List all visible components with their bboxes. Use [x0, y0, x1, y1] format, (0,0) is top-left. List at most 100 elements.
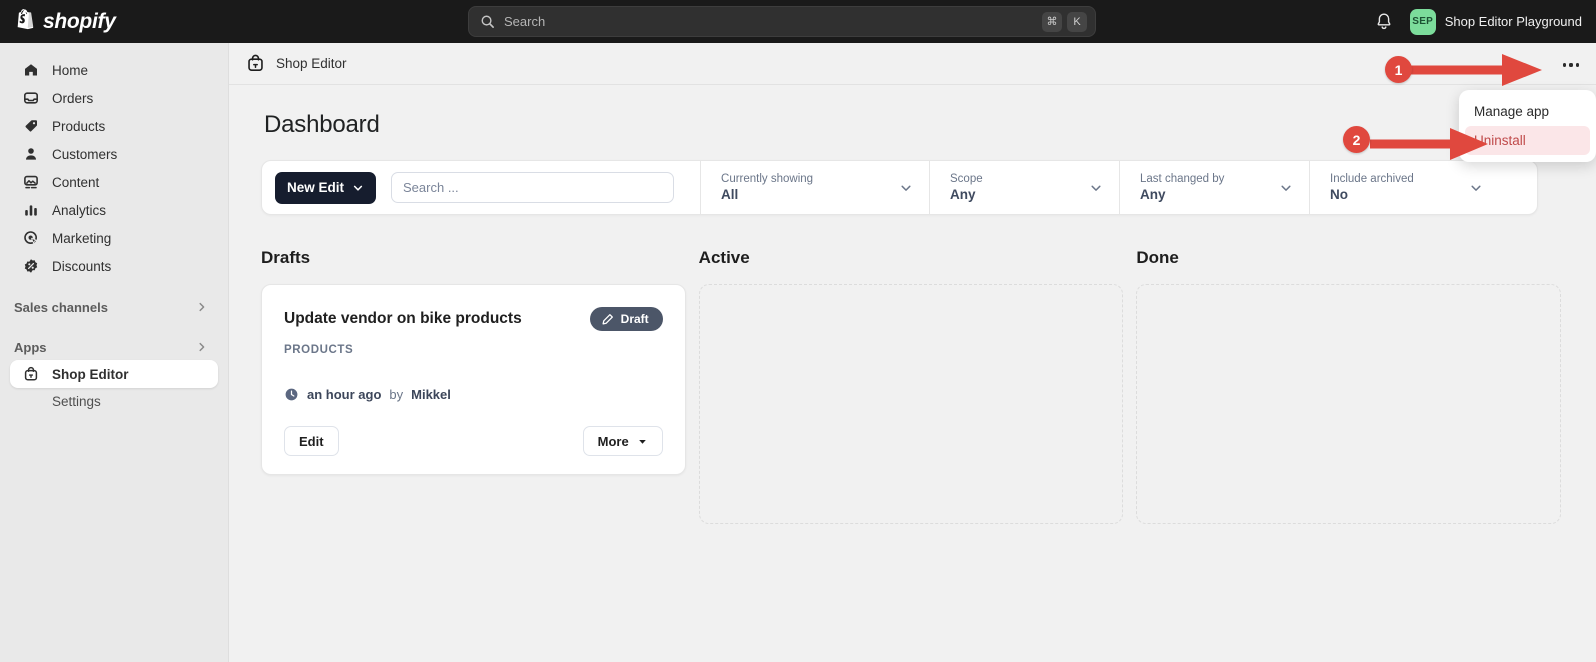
chevron-down-icon: [901, 185, 911, 191]
sidebar-item-content[interactable]: Content: [10, 168, 218, 196]
bell-icon[interactable]: [1374, 12, 1394, 32]
new-edit-button[interactable]: New Edit: [275, 171, 377, 204]
new-edit-label: New Edit: [287, 180, 345, 195]
card-title: Update vendor on bike products: [284, 310, 522, 327]
card-actions: Edit More: [284, 426, 663, 456]
page-title: Dashboard: [264, 111, 380, 138]
account-menu[interactable]: SEP Shop Editor Playground: [1409, 8, 1582, 35]
sidebar-item-label: Marketing: [52, 230, 112, 246]
filter-currently-showing[interactable]: Currently showing All: [700, 160, 929, 215]
sidebar-item-label: Shop Editor: [52, 366, 129, 382]
column-title: Done: [1136, 248, 1179, 267]
filter-label: Scope: [950, 173, 983, 185]
sidebar-group-label: Apps: [14, 339, 47, 355]
sidebar-item-marketing[interactable]: Marketing: [10, 224, 218, 252]
chevron-right-icon: [199, 302, 205, 312]
status-badge: Draft: [589, 307, 663, 331]
chevron-down-icon: [353, 185, 363, 191]
chevron-down-icon: [1091, 185, 1101, 191]
filter-value: No: [1330, 187, 1349, 202]
chevron-down-icon: [1471, 185, 1481, 191]
annotation-number-2: 2: [1343, 126, 1370, 153]
filter-label: Last changed by: [1140, 173, 1225, 185]
shop-bag-icon: [248, 54, 263, 71]
sidebar-item-products[interactable]: Products: [10, 112, 218, 140]
sidebar: Home Orders Products Customers Content A…: [0, 43, 229, 662]
sidebar-group-apps[interactable]: Apps: [10, 334, 218, 360]
search-shortcut-hint: ⌘ K: [1042, 11, 1087, 32]
kanban-board: Drafts Update vendor on bike products Dr…: [261, 248, 1562, 524]
sidebar-group-sales-channels[interactable]: Sales channels: [10, 294, 218, 320]
bar-chart-icon: [22, 202, 39, 219]
filter-scope[interactable]: Scope Any: [929, 160, 1119, 215]
sidebar-item-label: Content: [52, 174, 100, 190]
app-header-title: Shop Editor: [276, 56, 347, 71]
dropzone-done[interactable]: [1136, 284, 1562, 524]
sidebar-item-label: Discounts: [52, 258, 112, 274]
main-content: Shop Editor Dashboard New Edit Currently…: [229, 43, 1596, 662]
more-button[interactable]: More: [582, 426, 663, 456]
sidebar-item-home[interactable]: Home: [10, 56, 218, 84]
card-meta-author: Mikkel: [411, 387, 451, 402]
dropzone-active[interactable]: [698, 284, 1124, 524]
shop-bag-icon: [22, 366, 39, 383]
filter-include-archived[interactable]: Include archived No: [1309, 160, 1499, 215]
shopify-bag-logo-icon: [17, 9, 34, 30]
person-icon: [22, 146, 39, 163]
kbd-k: K: [1067, 11, 1087, 32]
edit-button-label: Edit: [299, 433, 324, 449]
menu-item-uninstall[interactable]: Uninstall: [1465, 126, 1590, 155]
card-meta: an hour ago by Mikkel: [284, 387, 663, 402]
card-kind-label: PRODUCTS: [284, 344, 354, 356]
sidebar-item-discounts[interactable]: Discounts: [10, 252, 218, 280]
sidebar-item-customers[interactable]: Customers: [10, 140, 218, 168]
edit-button[interactable]: Edit: [284, 426, 339, 456]
column-title: Drafts: [261, 248, 311, 267]
top-bar: shopify ⌘ K SEP Shop Editor Playground: [0, 0, 1596, 43]
app-options-ellipsis-button[interactable]: [1558, 55, 1584, 75]
edit-card[interactable]: Update vendor on bike products Draft PRO…: [261, 284, 686, 475]
shopify-logo[interactable]: shopify: [0, 9, 210, 34]
card-meta-by: by: [389, 387, 404, 402]
pencil-icon: [602, 313, 613, 325]
column-title: Active: [698, 248, 750, 267]
edits-search-input[interactable]: [391, 172, 675, 203]
sidebar-item-orders[interactable]: Orders: [10, 84, 218, 112]
sidebar-item-label: Home: [52, 62, 89, 78]
menu-item-label: Uninstall: [1474, 133, 1526, 148]
sidebar-item-label: Customers: [52, 146, 118, 162]
column-drafts: Drafts Update vendor on bike products Dr…: [261, 248, 686, 524]
content-image-icon: [22, 174, 39, 191]
sidebar-item-analytics[interactable]: Analytics: [10, 196, 218, 224]
account-name: Shop Editor Playground: [1444, 14, 1582, 29]
filter-value: All: [721, 187, 739, 202]
orders-inbox-icon: [22, 90, 39, 107]
filter-last-changed-by[interactable]: Last changed by Any: [1119, 160, 1309, 215]
column-done: Done: [1136, 248, 1562, 524]
sidebar-group-label: Sales channels: [14, 299, 108, 315]
card-meta-time: an hour ago: [307, 387, 382, 402]
marketing-target-icon: [22, 230, 39, 247]
annotation-number-1: 1: [1385, 56, 1412, 83]
filter-value: Any: [950, 187, 976, 202]
clock-icon: [285, 388, 298, 401]
filter-label: Currently showing: [721, 173, 814, 185]
column-active: Active: [698, 248, 1124, 524]
filter-value: Any: [1140, 187, 1166, 202]
app-options-menu: Manage app Uninstall: [1459, 90, 1596, 162]
global-search-bar[interactable]: ⌘ K: [468, 6, 1096, 37]
home-icon: [22, 62, 39, 79]
shopify-wordmark: shopify: [43, 9, 116, 33]
avatar: SEP: [1409, 8, 1436, 35]
card-header: Update vendor on bike products Draft: [284, 307, 663, 331]
caret-down-icon: [638, 439, 646, 444]
filter-toolbar: New Edit Currently showing All Scope: [261, 160, 1538, 215]
sidebar-item-settings[interactable]: Settings: [10, 388, 218, 414]
chevron-down-icon: [1281, 185, 1291, 191]
sidebar-subitem-label: Settings: [52, 393, 101, 409]
sidebar-item-shop-editor[interactable]: Shop Editor: [10, 360, 218, 388]
discount-badge-icon: [22, 258, 39, 275]
product-tag-icon: [22, 118, 39, 135]
global-search-input[interactable]: [504, 14, 1042, 29]
menu-item-manage-app[interactable]: Manage app: [1465, 97, 1590, 126]
